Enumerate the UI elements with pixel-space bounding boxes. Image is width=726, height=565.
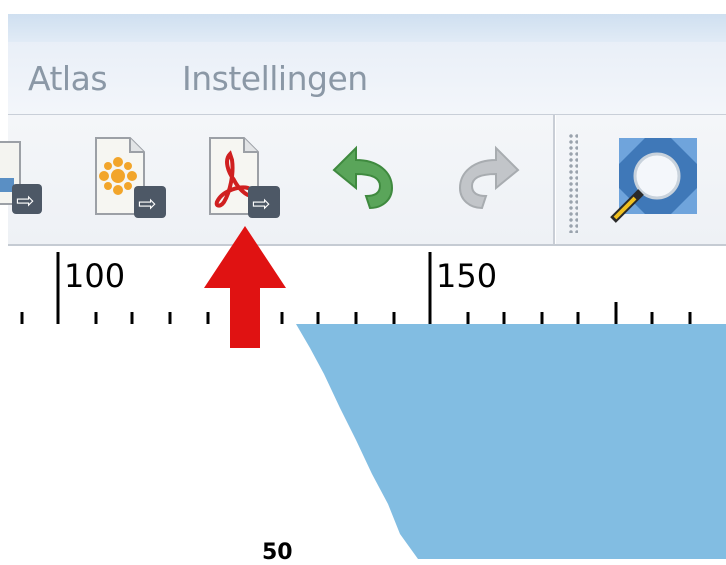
redo-button[interactable] bbox=[448, 130, 526, 230]
ruler-label-100: 100 bbox=[64, 257, 126, 295]
svg-text:⇨: ⇨ bbox=[138, 192, 156, 217]
map-canvas[interactable] bbox=[0, 324, 726, 559]
toolbar-separator bbox=[553, 115, 556, 244]
undo-button[interactable] bbox=[326, 130, 404, 230]
ruler-label-150: 150 bbox=[436, 257, 498, 295]
export-svg-button[interactable]: ⇨ bbox=[90, 130, 168, 230]
zoom-full-button[interactable] bbox=[605, 130, 701, 230]
menu-instellingen[interactable]: Instellingen bbox=[182, 59, 368, 98]
svg-text:⇨: ⇨ bbox=[252, 192, 270, 217]
red-arrow-up-icon bbox=[204, 226, 286, 348]
export-image-button[interactable]: ⇨ bbox=[0, 130, 78, 230]
undo-arrow-icon bbox=[332, 145, 394, 210]
menu-atlas[interactable]: Atlas bbox=[28, 59, 108, 98]
redo-arrow-icon bbox=[458, 145, 520, 210]
export-svg-icon: ⇨ bbox=[95, 137, 166, 218]
export-image-icon: ⇨ bbox=[0, 141, 42, 214]
export-pdf-button[interactable]: ⇨ bbox=[204, 130, 282, 230]
zoom-full-icon bbox=[610, 138, 697, 223]
svg-text:⇨: ⇨ bbox=[16, 189, 34, 214]
toolbar-grip[interactable] bbox=[568, 133, 578, 233]
pdf-export-icon: ⇨ bbox=[209, 137, 280, 218]
window-title-bar bbox=[8, 14, 726, 42]
map-grid-label: 50 bbox=[262, 540, 293, 565]
